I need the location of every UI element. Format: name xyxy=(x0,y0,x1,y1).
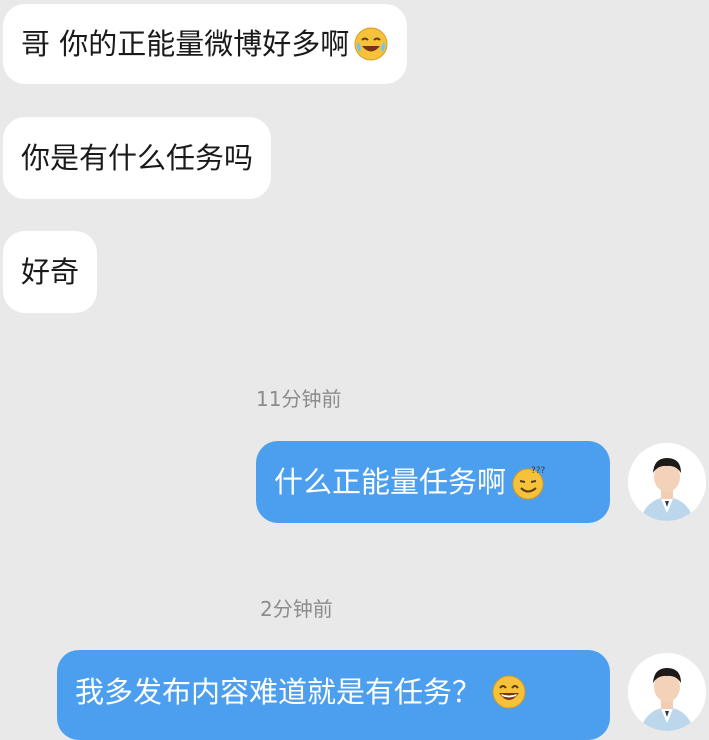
message-text: 我多发布内容难道就是有任务？ xyxy=(75,675,482,709)
timestamp: 2分钟前 xyxy=(260,597,333,621)
message-text: 什么正能量任务啊 xyxy=(274,465,507,499)
message-text: 好奇 xyxy=(21,255,80,289)
laughing-emoji-icon xyxy=(491,674,527,710)
avatar[interactable] xyxy=(628,653,706,731)
message-text: 哥 你的正能量微博好多啊 xyxy=(21,27,350,61)
message-bubble-outgoing[interactable]: 什么正能量任务啊 ??? xyxy=(256,441,610,523)
message-bubble-outgoing[interactable]: 我多发布内容难道就是有任务？ xyxy=(57,650,610,740)
message-bubble-incoming[interactable]: 你是有什么任务吗 xyxy=(3,117,272,199)
avatar[interactable] xyxy=(628,443,706,521)
message-bubble-incoming[interactable]: 好奇 xyxy=(3,231,98,313)
message-text: 你是有什么任务吗 xyxy=(21,141,254,175)
crying-laughing-emoji-icon xyxy=(353,26,389,62)
message-bubble-incoming[interactable]: 哥 你的正能量微博好多啊 xyxy=(3,4,408,84)
timestamp: 11分钟前 xyxy=(256,387,342,411)
confused-smile-emoji-icon: ??? xyxy=(510,464,548,500)
svg-text:???: ??? xyxy=(531,466,546,476)
